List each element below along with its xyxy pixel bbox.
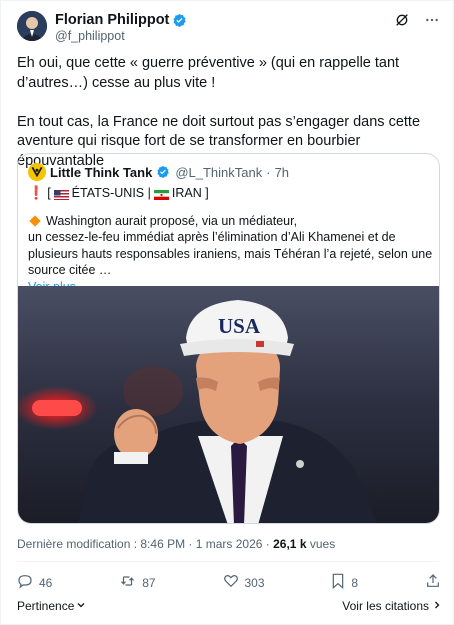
modified-timestamp[interactable]: Dernière modification : 8:46 PM · 1 mars… xyxy=(17,537,270,551)
reply-icon xyxy=(17,573,33,592)
grok-icon[interactable] xyxy=(393,11,411,29)
verified-badge-icon xyxy=(172,13,187,28)
tweet-metadata: Dernière modification : 8:46 PM · 1 mars… xyxy=(17,537,335,551)
like-count: 303 xyxy=(244,575,265,590)
quoted-author-name[interactable]: Little Think Tank xyxy=(50,165,152,180)
chevron-right-icon xyxy=(433,599,441,613)
lead-line-2: un cessez-le-feu immédiat après l’élimin… xyxy=(28,230,433,277)
sort-label: Pertinence xyxy=(17,599,75,613)
action-bar: 46 87 303 8 xyxy=(17,573,441,592)
views-label: vues xyxy=(309,537,336,551)
reply-count: 46 xyxy=(39,575,53,590)
sort-relevance-dropdown[interactable]: Pertinence xyxy=(17,599,86,613)
repost-button[interactable]: 87 xyxy=(119,573,156,592)
author-handle[interactable]: @f_philippot xyxy=(55,29,125,43)
repost-count: 87 xyxy=(142,575,156,590)
iran-flag-icon xyxy=(153,188,169,201)
us-flag-icon xyxy=(53,188,69,201)
bookmark-count: 8 xyxy=(351,575,359,590)
bookmark-button[interactable]: 8 xyxy=(331,573,358,592)
tweet-paragraph-1: Eh oui, que cette « guerre préventive » … xyxy=(17,55,400,91)
tweet-detail: Florian Philippot @f_philippot Eh oui, q… xyxy=(0,0,454,625)
views-count: 26,1 k xyxy=(273,537,307,551)
share-button[interactable] xyxy=(425,573,441,592)
chevron-down-icon xyxy=(76,599,86,613)
author-name-row[interactable]: Florian Philippot xyxy=(55,12,187,28)
quoted-tweet[interactable]: Little Think Tank @L_ThinkTank · 7h ❗ [ … xyxy=(17,153,440,524)
view-quotes-label: Voir les citations xyxy=(342,599,429,613)
tag-country-2: IRAN ] xyxy=(171,186,209,200)
divider-top xyxy=(17,561,439,562)
tweet-header: Florian Philippot @f_philippot xyxy=(17,11,441,47)
tag-country-1: ÉTATS-UNIS | xyxy=(71,186,151,200)
quoted-tweet-header: Little Think Tank @L_ThinkTank · 7h xyxy=(28,163,289,181)
exclamation-icon: ❗ xyxy=(28,185,45,200)
repost-icon xyxy=(119,573,136,592)
tag-open: [ xyxy=(47,186,51,200)
view-quotes-link[interactable]: Voir les citations xyxy=(342,599,441,613)
heart-icon xyxy=(223,573,239,592)
author-name[interactable]: Florian Philippot xyxy=(55,12,169,28)
quoted-tweet-body: ❗ [ ÉTATS-UNIS | IRAN ] Washington aurai… xyxy=(28,185,433,295)
quoted-tweet-image[interactable]: USA xyxy=(18,286,439,523)
share-icon xyxy=(425,573,441,592)
usa-cap-text: USA xyxy=(218,314,261,338)
country-tag-line: ❗ [ ÉTATS-UNIS | IRAN ] xyxy=(28,185,433,202)
more-options-icon[interactable] xyxy=(423,11,441,29)
quoted-author-handle: @L_ThinkTank xyxy=(175,164,263,180)
quoted-author-avatar[interactable] xyxy=(28,163,46,181)
quoted-timestamp[interactable]: 7h xyxy=(275,165,289,180)
quoted-verified-badge-icon xyxy=(156,165,171,180)
like-button[interactable]: 303 xyxy=(223,573,265,592)
quoted-separator: · xyxy=(266,164,271,180)
author-avatar[interactable] xyxy=(17,11,47,41)
quoted-lead-text: Washington aurait proposé, via un médiat… xyxy=(28,213,433,279)
lead-line-1: Washington aurait proposé, via un médiat… xyxy=(46,213,298,228)
orange-diamond-icon xyxy=(29,215,41,227)
reply-button[interactable]: 46 xyxy=(17,573,52,592)
bookmark-icon xyxy=(331,573,345,592)
